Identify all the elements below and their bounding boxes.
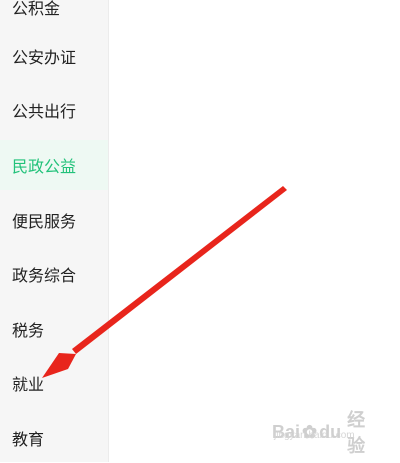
sidebar-item-label: 民政公益 xyxy=(12,157,77,176)
sidebar-item-public-transport[interactable]: 公共出行 xyxy=(0,85,108,135)
sidebar-item-civil-affairs[interactable]: 民政公益 xyxy=(0,140,108,190)
sidebar-item-education[interactable]: 教育 xyxy=(0,413,108,463)
sidebar-item-label: 就业 xyxy=(12,375,45,394)
sidebar-item-label: 公安办证 xyxy=(12,48,77,67)
sidebar-item-housing-fund[interactable]: 公积金 xyxy=(0,0,108,32)
content-panel xyxy=(109,0,400,462)
sidebar-item-label: 教育 xyxy=(12,430,45,449)
sidebar-item-label: 税务 xyxy=(12,321,45,340)
sidebar-item-employment[interactable]: 就业 xyxy=(0,358,108,408)
sidebar-item-convenience-services[interactable]: 便民服务 xyxy=(0,195,108,245)
sidebar-item-label: 便民服务 xyxy=(12,212,77,231)
category-sidebar: 公积金 公安办证 公共出行 民政公益 便民服务 政务综合 税务 就业 教育 xyxy=(0,0,108,462)
sidebar-item-government-affairs[interactable]: 政务综合 xyxy=(0,249,108,299)
sidebar-item-public-security[interactable]: 公安办证 xyxy=(0,31,108,81)
sidebar-item-taxation[interactable]: 税务 xyxy=(0,304,108,354)
sidebar-item-label: 政务综合 xyxy=(12,266,77,285)
sidebar-item-label: 公共出行 xyxy=(12,102,77,121)
sidebar-item-label: 公积金 xyxy=(12,0,61,18)
